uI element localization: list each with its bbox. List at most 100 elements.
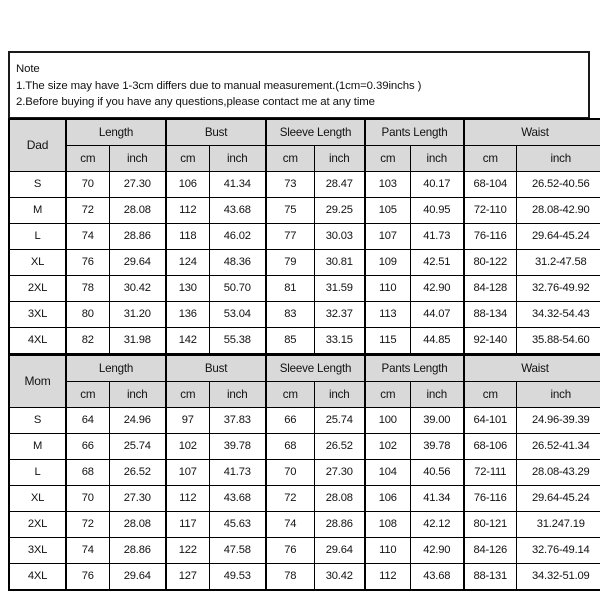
cell-pants_in: 40.95 bbox=[409, 196, 466, 224]
cell-sleeve_cm: 73 bbox=[265, 170, 315, 198]
unit-header-sleeve-length-cm: cm bbox=[265, 380, 315, 408]
row-size-label: S bbox=[8, 170, 67, 198]
unit-header-pants-length-inch: inch bbox=[409, 144, 466, 172]
cell-bust_cm: 106 bbox=[165, 170, 210, 198]
cell-waist_in: 26.52-41.34 bbox=[515, 432, 600, 460]
cell-bust_cm: 124 bbox=[165, 248, 210, 276]
cell-sleeve_cm: 81 bbox=[265, 274, 315, 302]
cell-length_cm: 74 bbox=[65, 222, 110, 250]
cell-length_in: 28.86 bbox=[108, 536, 168, 564]
size-table-dad: Dad Length Bust Sleeve Length Pants Length Wa… bbox=[8, 117, 600, 355]
table-row: XL 70 27.30 112 43.68 72 28.08 106 41.34 76-116 29… bbox=[8, 484, 600, 512]
cell-sleeve_in: 31.59 bbox=[313, 274, 367, 302]
group-header-pants-length: Pants Length bbox=[364, 354, 466, 382]
unit-header-bust-inch: inch bbox=[208, 144, 268, 172]
cell-waist_cm: 76-116 bbox=[463, 484, 517, 512]
cell-waist_in: 34.32-54.43 bbox=[515, 300, 600, 328]
cell-waist_cm: 64-101 bbox=[463, 406, 517, 434]
cell-bust_cm: 117 bbox=[165, 510, 210, 538]
cell-bust_cm: 97 bbox=[165, 406, 210, 434]
row-size-label: S bbox=[8, 406, 67, 434]
cell-sleeve_cm: 78 bbox=[265, 562, 315, 590]
cell-pants_in: 39.00 bbox=[409, 406, 466, 434]
cell-pants_cm: 110 bbox=[364, 274, 411, 302]
cell-length_cm: 72 bbox=[65, 510, 110, 538]
cell-bust_in: 41.34 bbox=[208, 170, 268, 198]
row-size-label: L bbox=[8, 458, 67, 486]
cell-waist_cm: 92-140 bbox=[463, 326, 517, 354]
cell-length_in: 29.64 bbox=[108, 248, 168, 276]
cell-sleeve_in: 30.42 bbox=[313, 562, 367, 590]
row-size-label: 3XL bbox=[8, 536, 67, 564]
row-size-label: 3XL bbox=[8, 300, 67, 328]
cell-length_cm: 76 bbox=[65, 562, 110, 590]
cell-pants_in: 42.90 bbox=[409, 536, 466, 564]
group-header-waist: Waist bbox=[463, 118, 600, 146]
unit-header-row: cminchcminchcminchcminchcminchcminch bbox=[9, 144, 600, 172]
cell-pants_in: 39.78 bbox=[409, 432, 466, 460]
cell-bust_cm: 127 bbox=[165, 562, 210, 590]
cell-length_in: 27.30 bbox=[108, 170, 168, 198]
cell-pants_in: 41.34 bbox=[409, 484, 466, 512]
table-row: L 68 26.52 107 41.73 70 27.30 104 40.56 72-111 28.… bbox=[8, 458, 600, 486]
cell-waist_in: 34.32-51.09 bbox=[515, 562, 600, 590]
cell-bust_cm: 102 bbox=[165, 432, 210, 460]
row-size-label: XL bbox=[8, 248, 67, 276]
cell-sleeve_cm: 83 bbox=[265, 300, 315, 328]
cell-pants_cm: 110 bbox=[364, 536, 411, 564]
cell-pants_cm: 115 bbox=[364, 326, 411, 354]
cell-bust_cm: 130 bbox=[165, 274, 210, 302]
cell-bust_cm: 112 bbox=[165, 196, 210, 224]
cell-pants_cm: 112 bbox=[364, 562, 411, 590]
cell-pants_in: 40.56 bbox=[409, 458, 466, 486]
cell-waist_in: 28.08-42.90 bbox=[515, 196, 600, 224]
cell-sleeve_in: 27.30 bbox=[313, 458, 367, 486]
cell-length_cm: 72 bbox=[65, 196, 110, 224]
cell-pants_cm: 104 bbox=[364, 458, 411, 486]
note-title: Note bbox=[16, 63, 40, 75]
cell-waist_cm: 84-128 bbox=[463, 274, 517, 302]
group-header-bust: Bust bbox=[165, 118, 268, 146]
row-size-label: 4XL bbox=[8, 326, 67, 354]
cell-bust_in: 43.68 bbox=[208, 196, 268, 224]
cell-bust_in: 50.70 bbox=[208, 274, 268, 302]
cell-waist_cm: 72-110 bbox=[463, 196, 517, 224]
group-header-row: Dad Length Bust Sleeve Length Pants Length Wa… bbox=[8, 118, 600, 172]
unit-header-pants-length-cm: cm bbox=[364, 380, 411, 408]
cell-sleeve_cm: 74 bbox=[265, 510, 315, 538]
cell-waist_cm: 76-116 bbox=[463, 222, 517, 250]
cell-waist_cm: 72-111 bbox=[463, 458, 517, 486]
cell-sleeve_cm: 77 bbox=[265, 222, 315, 250]
cell-length_in: 29.64 bbox=[108, 562, 168, 590]
group-header-length: Length bbox=[64, 118, 168, 146]
group-header-pants-length: Pants Length bbox=[364, 118, 466, 146]
cell-pants_cm: 103 bbox=[364, 170, 411, 198]
group-header-waist: Waist bbox=[463, 354, 600, 382]
cell-sleeve_in: 33.15 bbox=[313, 326, 367, 354]
cell-pants_cm: 100 bbox=[364, 406, 411, 434]
cell-bust_in: 49.53 bbox=[208, 562, 268, 590]
cell-length_in: 28.08 bbox=[108, 196, 168, 224]
row-size-label: L bbox=[8, 222, 67, 250]
cell-sleeve_in: 26.52 bbox=[313, 432, 367, 460]
cell-pants_cm: 105 bbox=[364, 196, 411, 224]
cell-length_in: 26.52 bbox=[108, 458, 168, 486]
group-header-row: Mom Length Bust Sleeve Length Pants Length Wa… bbox=[8, 354, 600, 408]
unit-header-length-inch: inch bbox=[108, 380, 168, 408]
cell-bust_in: 41.73 bbox=[208, 458, 268, 486]
cell-waist_in: 26.52-40.56 bbox=[515, 170, 600, 198]
cell-waist_in: 28.08-43.29 bbox=[515, 458, 600, 486]
cell-pants_cm: 108 bbox=[364, 510, 411, 538]
cell-waist_cm: 68-106 bbox=[463, 432, 517, 460]
table-row: XL 76 29.64 124 48.36 79 30.81 109 42.51 80-122 31… bbox=[8, 248, 600, 276]
unit-header-bust-cm: cm bbox=[165, 380, 210, 408]
cell-length_in: 31.20 bbox=[108, 300, 168, 328]
cell-waist_cm: 80-122 bbox=[463, 248, 517, 276]
row-size-label: 4XL bbox=[8, 562, 67, 590]
unit-header-row: cminchcminchcminchcminchcminchcminch bbox=[9, 380, 600, 408]
cell-pants_cm: 106 bbox=[364, 484, 411, 512]
cell-bust_in: 43.68 bbox=[208, 484, 268, 512]
table-row: 4XL 82 31.98 142 55.38 85 33.15 115 44.85 92-140 3… bbox=[8, 326, 600, 354]
unit-header-sleeve-length-inch: inch bbox=[313, 144, 367, 172]
unit-header-bust-inch: inch bbox=[208, 380, 268, 408]
